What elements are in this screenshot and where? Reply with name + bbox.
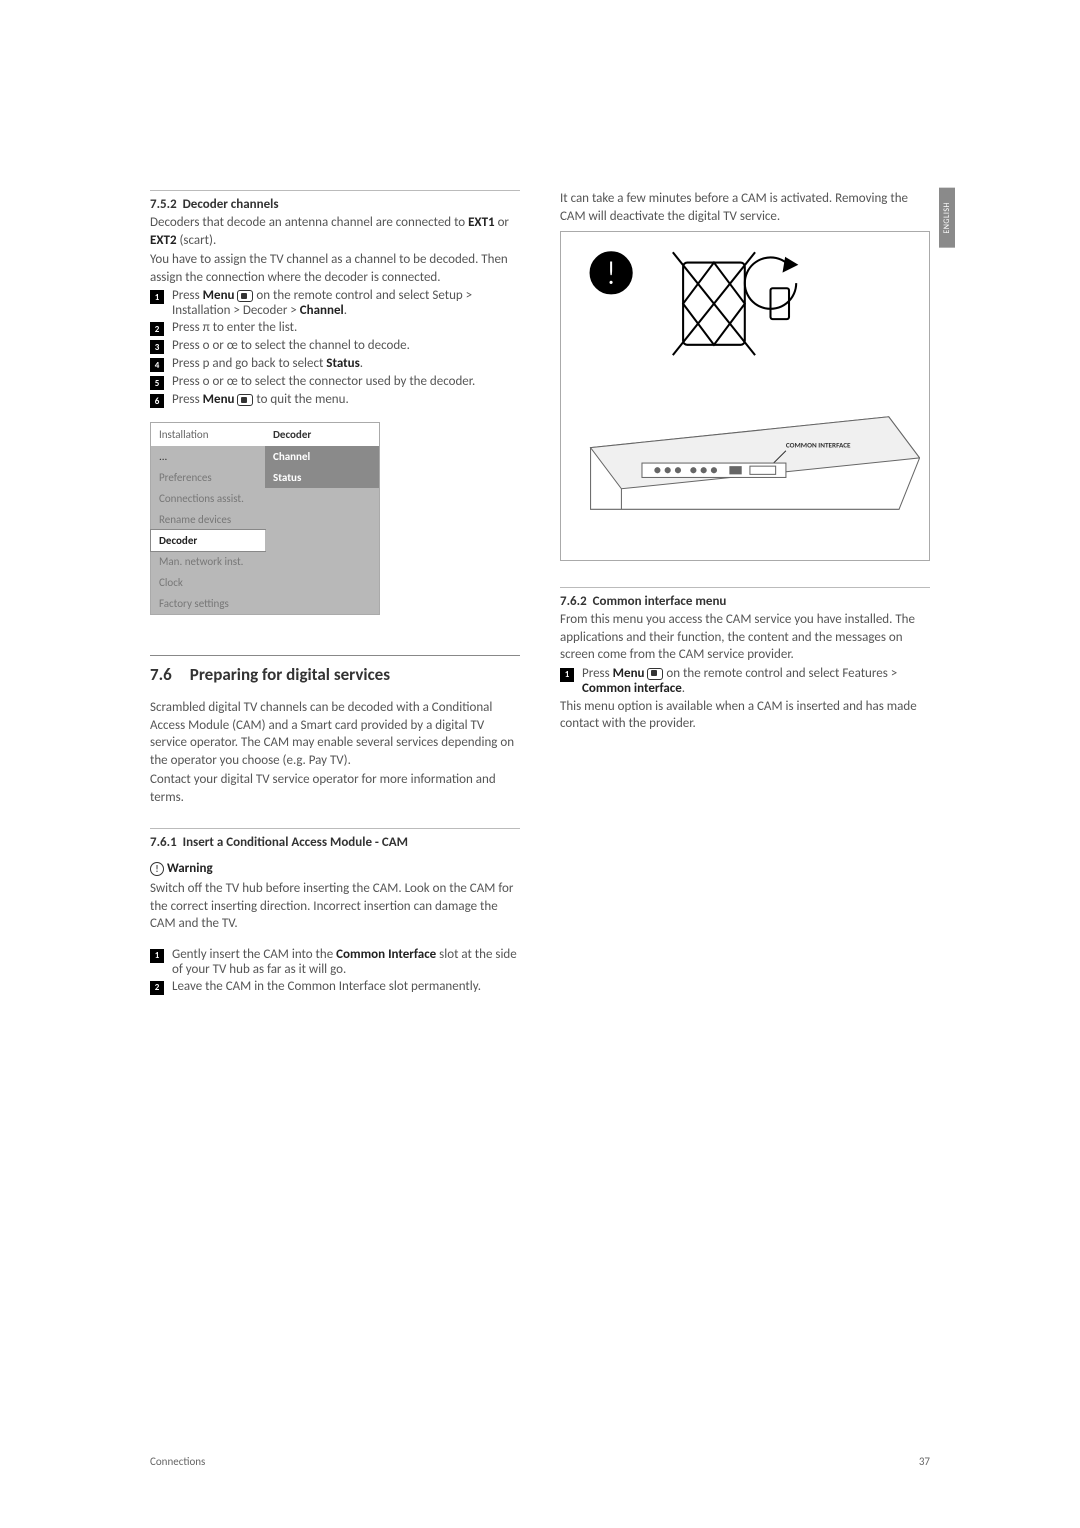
page-footer: Connections 37: [150, 1455, 930, 1468]
warning-label: ! Warning: [150, 860, 520, 878]
decoder-assign-text: You have to assign the TV channel as a c…: [150, 251, 520, 286]
right-column: It can take a few minutes before a CAM i…: [560, 180, 930, 997]
menu-icon: [237, 290, 253, 302]
menu-icon: [647, 668, 663, 680]
section-7-6-1-title: 7.6.1 Insert a Conditional Access Module…: [150, 835, 520, 850]
step-1-icon: 1: [560, 668, 574, 682]
step-2-icon: 2: [150, 981, 164, 995]
decoder-steps: 1 Press Menu on the remote control and s…: [150, 288, 520, 408]
footer-page-number: 37: [919, 1455, 930, 1468]
left-column: 7.5.2 Decoder channels Decoders that dec…: [150, 180, 520, 997]
cam-intro-2: Contact your digital TV service operator…: [150, 771, 520, 806]
warning-icon: !: [150, 862, 164, 876]
svg-text:!: !: [606, 253, 617, 295]
step-4-icon: 4: [150, 358, 164, 372]
common-interface-label: COMMON INTERFACE: [786, 441, 851, 450]
cam-intro-1: Scrambled digital TV channels can be dec…: [150, 699, 520, 769]
step-6-icon: 6: [150, 394, 164, 408]
language-tab: ENGLISH: [939, 188, 955, 248]
cam-insert-steps: 1 Gently insert the CAM into the Common …: [150, 947, 520, 995]
step-3-icon: 3: [150, 340, 164, 354]
tv-hub-illustration: ! COMMON INTERF: [560, 231, 930, 561]
section-7-6-2-title: 7.6.2 Common interface menu: [560, 594, 930, 609]
decoder-intro: Decoders that decode an antenna channel …: [150, 214, 520, 249]
ci-menu-steps: 1 Press Menu on the remote control and s…: [560, 666, 930, 696]
step-2-icon: 2: [150, 322, 164, 336]
footer-section: Connections: [150, 1455, 205, 1468]
cam-activation-text: It can take a few minutes before a CAM i…: [560, 190, 930, 225]
ci-menu-availability: This menu option is available when a CAM…: [560, 698, 930, 733]
step-1-icon: 1: [150, 290, 164, 304]
menu-icon: [237, 394, 253, 406]
section-7-6-heading: 7.6 Preparing for digital services: [150, 664, 520, 685]
warning-text: Switch off the TV hub before inserting t…: [150, 880, 520, 933]
ci-menu-text: From this menu you access the CAM servic…: [560, 611, 930, 664]
step-1-icon: 1: [150, 949, 164, 963]
section-7-5-2-title: 7.5.2 Decoder channels: [150, 197, 520, 212]
installation-menu-screenshot: InstallationDecoder ...Channel Preferenc…: [150, 422, 380, 615]
step-5-icon: 5: [150, 376, 164, 390]
